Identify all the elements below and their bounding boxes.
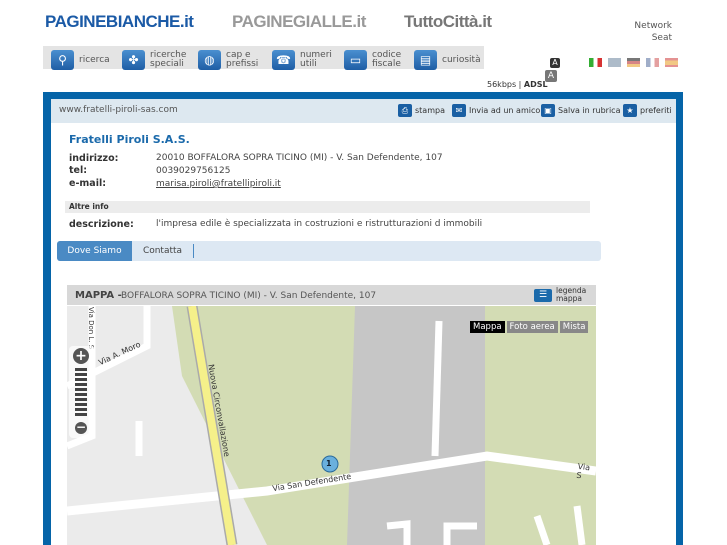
- nav-label: utili: [300, 59, 317, 69]
- map-canvas: [67, 306, 596, 545]
- print-icon: ⎙: [398, 104, 412, 117]
- flag-es-icon[interactable]: [665, 58, 678, 67]
- tel-value: 0039029756125: [156, 166, 231, 176]
- email-label: e-mail:: [69, 178, 107, 189]
- zoom-slider[interactable]: [75, 368, 87, 418]
- flag-de-icon[interactable]: [627, 58, 640, 67]
- map-legend-link[interactable]: legenda mappa: [556, 287, 586, 303]
- street-label: Via S: [575, 461, 591, 481]
- map-title: MAPPA -: [75, 290, 122, 301]
- book-icon: ▤: [414, 50, 437, 70]
- flag-en-icon[interactable]: [608, 58, 621, 67]
- nav-curiosita[interactable]: ▤ curiosità: [414, 50, 481, 70]
- phone-icon: ☎: [272, 50, 295, 70]
- nav-label: prefissi: [226, 59, 259, 69]
- main-nav: ⚲ ricerca ✤ ricerche speciali ◍ cap e prefiss…: [43, 46, 484, 70]
- nav-ricerche-speciali[interactable]: ✤ ricerche speciali: [122, 50, 186, 70]
- map-type-foto-aerea[interactable]: Foto aerea: [506, 321, 558, 333]
- paginebianche-logo[interactable]: PAGINEBIANCHE.it: [45, 12, 194, 32]
- website-link[interactable]: www.fratelli-piroli-sas.com: [59, 105, 178, 115]
- road-side: [431, 320, 443, 457]
- nav-numeri-utili[interactable]: ☎ numeri utili: [272, 50, 332, 70]
- map-type-switcher: Mappa Foto aerea Mista: [470, 321, 589, 333]
- network-seat-link[interactable]: Network Seat: [634, 20, 672, 44]
- seat-text: Seat: [651, 33, 672, 43]
- favorites-button[interactable]: ★ preferiti: [623, 104, 672, 117]
- speed-adsl-link[interactable]: ADSL: [524, 80, 548, 89]
- description-value: l'impresa edile è specializzata in costr…: [156, 219, 483, 229]
- speed-selector: 56kbps | ADSL: [487, 80, 548, 89]
- logo-text: PAGINEGIALLE.it: [232, 12, 366, 31]
- tab-bar: Dove Siamo Contatta: [57, 241, 601, 261]
- flag-fr-icon[interactable]: [646, 58, 659, 67]
- nav-codice-fiscale[interactable]: ▭ codice fiscale: [344, 50, 401, 70]
- print-button[interactable]: ⎙ stampa: [398, 104, 445, 117]
- marker-number: 1: [326, 459, 332, 468]
- detail-toolbar: www.fratelli-piroli-sas.com ⎙ stampa ✉ Inv…: [51, 99, 676, 123]
- altre-info-header: Altre info: [65, 201, 590, 213]
- address-book-icon: ▣: [541, 104, 555, 117]
- map-header: MAPPA - BOFFALORA SOPRA TICINO (MI) - V.…: [67, 285, 596, 305]
- tab-contatta[interactable]: Contatta: [132, 244, 194, 258]
- flag-it-icon[interactable]: [589, 58, 602, 67]
- zoom-control: + −: [69, 346, 95, 438]
- mail-icon: ✉: [452, 104, 466, 117]
- address-label: indirizzo:: [69, 153, 119, 164]
- star-icon: ★: [623, 104, 637, 117]
- zoom-in-button[interactable]: +: [73, 348, 89, 364]
- tuttocitta-logo[interactable]: TuttoCittà.it: [404, 12, 492, 32]
- card-icon: ▭: [344, 50, 367, 70]
- nav-cap-prefissi[interactable]: ◍ cap e prefissi: [198, 50, 258, 70]
- legend-icon[interactable]: ☰: [534, 289, 552, 302]
- company-name: Fratelli Piroli S.A.S.: [69, 133, 190, 146]
- map-type-mista[interactable]: Mista: [559, 321, 589, 333]
- logo-text: TuttoCittà.it: [404, 12, 492, 31]
- nav-ricerca[interactable]: ⚲ ricerca: [51, 50, 110, 70]
- speed-56k-link[interactable]: 56kbps: [487, 80, 516, 89]
- font-size-large-button[interactable]: A: [550, 58, 560, 68]
- save-contacts-button[interactable]: ▣ Salva in rubrica: [541, 104, 620, 117]
- nav-label: fiscale: [372, 59, 401, 69]
- email-link[interactable]: marisa.piroli@fratellipiroli.it: [156, 179, 281, 189]
- zoom-out-button[interactable]: −: [75, 421, 87, 434]
- industrial-area: [347, 306, 485, 545]
- nav-label: curiosità: [442, 54, 481, 65]
- description-label: descrizione:: [69, 219, 134, 230]
- search-icon: ⚲: [51, 50, 74, 70]
- map-view[interactable]: 1 Via A. Moro Nuova Circonvallazione Via…: [67, 306, 596, 545]
- nav-label: ricerca: [79, 54, 110, 65]
- street-label-don: Via Don L. S: [87, 307, 95, 350]
- globe-icon: ◍: [198, 50, 221, 70]
- tel-label: tel:: [69, 165, 88, 176]
- network-text: Network: [634, 21, 672, 31]
- send-friend-button[interactable]: ✉ Invia ad un amico: [452, 104, 540, 117]
- tab-dove-siamo[interactable]: Dove Siamo: [57, 241, 132, 261]
- clover-icon: ✤: [122, 50, 145, 70]
- map-type-mappa[interactable]: Mappa: [470, 321, 505, 333]
- paginegialle-logo[interactable]: PAGINEGIALLE.it: [232, 12, 366, 32]
- map-address: BOFFALORA SOPRA TICINO (MI) - V. San Def…: [121, 291, 377, 301]
- address-value: 20010 BOFFALORA SOPRA TICINO (MI) - V. S…: [156, 153, 443, 163]
- nav-label: speciali: [150, 59, 184, 69]
- logo-text: PAGINEBIANCHE.it: [45, 12, 194, 31]
